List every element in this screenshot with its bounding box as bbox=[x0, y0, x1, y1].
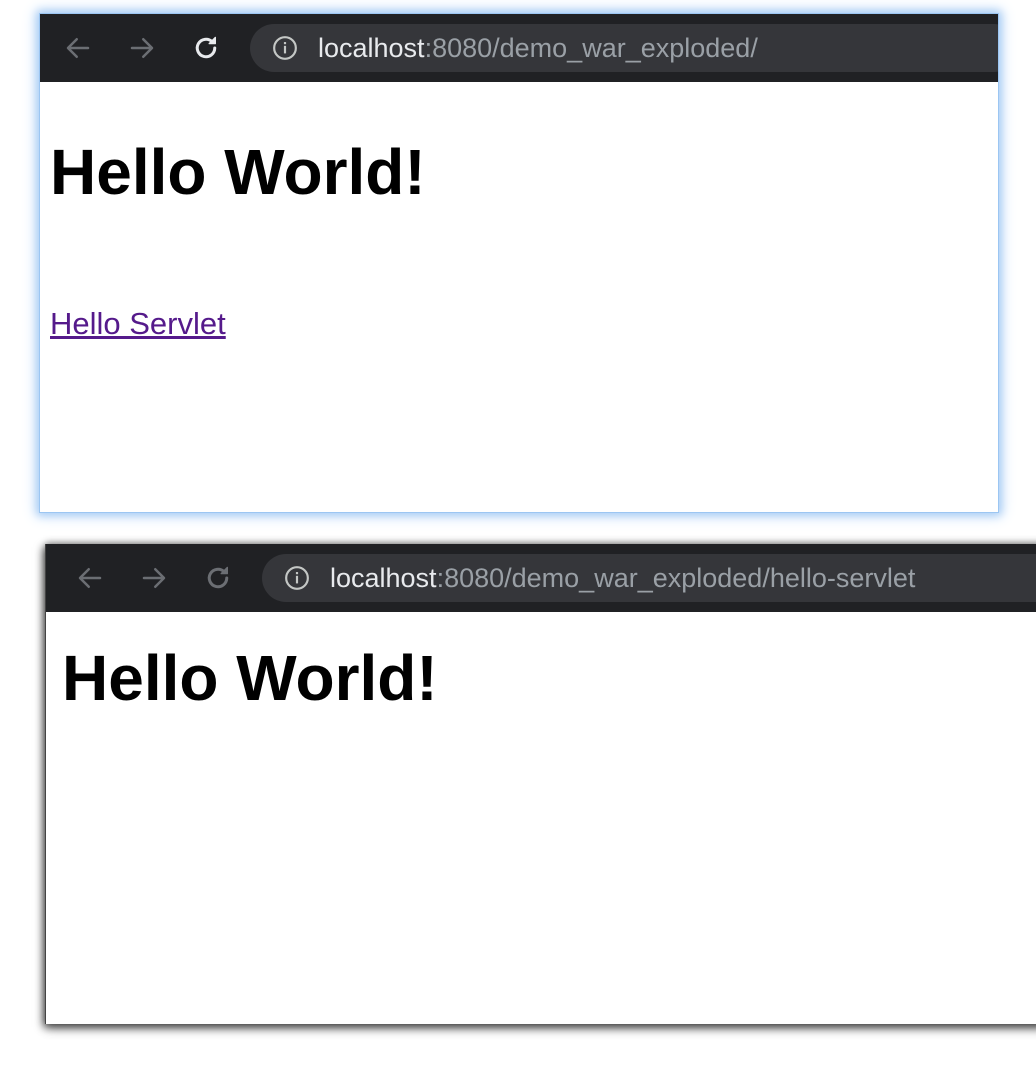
browser-window-servlet: localhost:8080/demo_war_exploded/hello-s… bbox=[46, 544, 1036, 1024]
url-text[interactable]: localhost:8080/demo_war_exploded/ bbox=[318, 24, 758, 72]
info-icon[interactable] bbox=[272, 35, 298, 61]
reload-button[interactable] bbox=[189, 31, 223, 65]
reload-icon bbox=[207, 566, 229, 589]
url-path: :8080/demo_war_exploded/ bbox=[424, 33, 758, 63]
url-text[interactable]: localhost:8080/demo_war_exploded/hello-s… bbox=[330, 554, 915, 602]
browser-window-home: localhost:8080/demo_war_exploded/ Hello … bbox=[40, 14, 998, 512]
address-bar[interactable]: localhost:8080/demo_war_exploded/ bbox=[250, 24, 998, 72]
arrow-right-icon bbox=[130, 38, 154, 58]
arrow-left-icon bbox=[66, 38, 90, 58]
reload-icon bbox=[195, 36, 217, 59]
browser-toolbar: localhost:8080/demo_war_exploded/ bbox=[40, 14, 998, 82]
page-heading: Hello World! bbox=[62, 642, 438, 714]
reload-button[interactable] bbox=[201, 561, 235, 595]
page-heading: Hello World! bbox=[50, 136, 426, 208]
browser-toolbar: localhost:8080/demo_war_exploded/hello-s… bbox=[46, 544, 1036, 612]
back-button[interactable] bbox=[73, 561, 107, 595]
url-host: localhost bbox=[318, 33, 425, 63]
hello-servlet-link[interactable]: Hello Servlet bbox=[50, 308, 226, 339]
url-host: localhost bbox=[330, 563, 437, 593]
page-content: Hello World! bbox=[46, 612, 1036, 1024]
url-path: :8080/demo_war_exploded/hello-servlet bbox=[436, 563, 916, 593]
arrow-right-icon bbox=[142, 568, 166, 588]
forward-button[interactable] bbox=[137, 561, 171, 595]
back-button[interactable] bbox=[61, 31, 95, 65]
info-icon[interactable] bbox=[284, 565, 310, 591]
page-content: Hello World! Hello Servlet bbox=[40, 82, 998, 512]
address-bar[interactable]: localhost:8080/demo_war_exploded/hello-s… bbox=[262, 554, 1036, 602]
arrow-left-icon bbox=[78, 568, 102, 588]
forward-button[interactable] bbox=[125, 31, 159, 65]
